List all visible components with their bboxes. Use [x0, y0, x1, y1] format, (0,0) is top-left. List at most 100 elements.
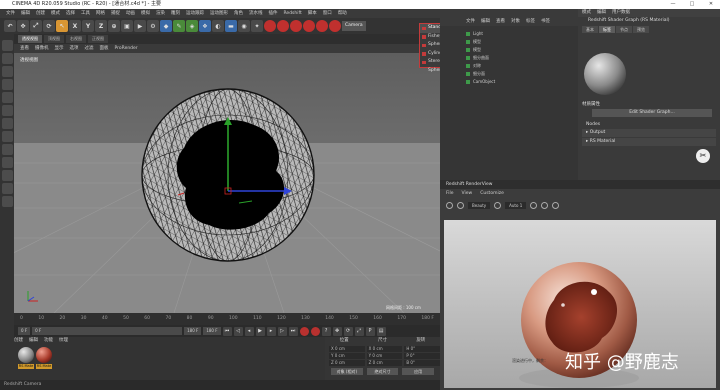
vp-menu-prorender[interactable]: ProRender: [115, 44, 138, 53]
render-view-icon[interactable]: ▣: [121, 20, 133, 32]
menu-character[interactable]: 角色: [234, 9, 243, 18]
close-button[interactable]: ✕: [704, 0, 718, 9]
am-menu-userdata[interactable]: 用户数据: [612, 9, 630, 17]
param-key-icon[interactable]: P: [365, 326, 375, 336]
om-menu-view[interactable]: 查看: [496, 18, 505, 26]
am-tab-tag[interactable]: 标签: [599, 26, 615, 33]
crop-icon[interactable]: [530, 201, 538, 209]
snapshot-icon[interactable]: [494, 201, 502, 209]
maximize-button[interactable]: □: [685, 0, 699, 9]
menu-edit[interactable]: 编辑: [21, 9, 30, 18]
play-icon[interactable]: ▶: [255, 326, 265, 336]
timeline[interactable]: 0 10 20 30 40 50 60 70 80 90 100 110 120…: [14, 313, 440, 325]
start-frame-field[interactable]: 0 F: [18, 327, 31, 335]
menu-file[interactable]: 文件: [6, 9, 15, 18]
menu-create[interactable]: 创建: [36, 9, 45, 18]
object-item-camobject[interactable]: CamObject: [466, 78, 495, 86]
tweak-mode-icon[interactable]: [1, 144, 13, 155]
menu-mesh[interactable]: 网格: [96, 9, 105, 18]
rs-material-node-row[interactable]: ▸ RS Material: [582, 138, 716, 146]
vp-menu-camera[interactable]: 摄像机: [35, 44, 49, 53]
mat-menu-function[interactable]: 功能: [44, 337, 53, 345]
redshift-tool-5-icon[interactable]: [316, 20, 328, 32]
menu-render[interactable]: 渲染: [156, 9, 165, 18]
axis-x-button[interactable]: X: [69, 20, 81, 32]
object-item-light[interactable]: Light: [466, 30, 483, 38]
menu-snap[interactable]: 捕捉: [111, 9, 120, 18]
am-tab-nodes[interactable]: 节点: [616, 26, 632, 33]
redshift-tool-6-icon[interactable]: [329, 20, 341, 32]
next-key-icon[interactable]: ▷: [277, 326, 287, 336]
material-ball-2[interactable]: [36, 347, 52, 363]
cloner-icon[interactable]: ❖: [199, 20, 211, 32]
size-z-field[interactable]: Z 0 cm: [366, 359, 403, 366]
am-tab-preview[interactable]: 预览: [633, 26, 649, 33]
vp-menu-view[interactable]: 查看: [20, 44, 29, 53]
rotate-tool-icon[interactable]: ⟳: [43, 20, 55, 32]
vp-menu-panel[interactable]: 面板: [100, 44, 109, 53]
camera-icon[interactable]: ◉: [238, 20, 250, 32]
pen-icon[interactable]: ✎: [173, 20, 185, 32]
model-mode-icon[interactable]: [1, 53, 13, 64]
vp-menu-display[interactable]: 显示: [55, 44, 64, 53]
rot-h-field[interactable]: H 0°: [404, 345, 441, 352]
object-item-subdivision-2[interactable]: 细分面: [466, 70, 485, 78]
edit-shader-graph-button[interactable]: Edit Shader Graph...: [592, 109, 712, 117]
record-icon[interactable]: [299, 326, 309, 336]
tab-top[interactable]: 顶视图: [44, 35, 64, 43]
om-menu-file[interactable]: 文件: [466, 18, 475, 26]
camera-dropdown-button[interactable]: Camera: [342, 21, 366, 31]
light-icon[interactable]: ✦: [251, 20, 263, 32]
material-ball-1[interactable]: [18, 347, 34, 363]
camera-orbit-icon[interactable]: ✂: [696, 149, 710, 163]
prev-frame-icon[interactable]: ◂: [244, 326, 254, 336]
object-item-symmetry[interactable]: 对称: [466, 62, 481, 70]
tab-front[interactable]: 正视图: [88, 35, 108, 43]
redshift-tool-4-icon[interactable]: [303, 20, 315, 32]
snap-icon[interactable]: [1, 157, 13, 168]
subdivision-icon[interactable]: ◈: [186, 20, 198, 32]
aov-dropdown[interactable]: Beauty: [468, 201, 491, 209]
axis-z-button[interactable]: Z: [95, 20, 107, 32]
polygons-mode-icon[interactable]: [1, 118, 13, 129]
goto-start-icon[interactable]: ⏮: [222, 326, 232, 336]
autokey-icon[interactable]: [310, 326, 320, 336]
menu-mograph[interactable]: 运动图形: [210, 9, 228, 18]
keyframe-selection-icon[interactable]: ?: [321, 326, 331, 336]
size-x-field[interactable]: X 0 cm: [366, 345, 403, 352]
deformer-icon[interactable]: ◐: [212, 20, 224, 32]
floor-icon[interactable]: ▬: [225, 20, 237, 32]
render-icon[interactable]: [457, 201, 464, 209]
vp-menu-options[interactable]: 选项: [70, 44, 79, 53]
goto-end-icon[interactable]: ⏭: [288, 326, 298, 336]
output-node-row[interactable]: ▸ Output: [582, 129, 716, 137]
size-mode-dropdown[interactable]: 绝对尺寸: [366, 368, 399, 375]
points-mode-icon[interactable]: [1, 92, 13, 103]
apply-button[interactable]: 应用: [402, 368, 435, 375]
object-item-model-2[interactable]: 模型: [466, 46, 481, 54]
preview-range-slider[interactable]: 0 F: [32, 327, 183, 335]
size-y-field[interactable]: Y 0 cm: [366, 352, 403, 359]
lock-workplane-icon[interactable]: [1, 170, 13, 181]
material-label-2[interactable]: RS Mate: [36, 364, 52, 369]
redshift-tool-2-icon[interactable]: [277, 20, 289, 32]
zoom-dropdown[interactable]: Auto 1: [505, 201, 527, 209]
stop-render-icon[interactable]: [446, 201, 453, 209]
pos-x-field[interactable]: X 0 cm: [329, 345, 365, 352]
end-frame-field-2[interactable]: 180 F: [203, 327, 221, 335]
menu-help[interactable]: 帮助: [338, 9, 347, 18]
tab-perspective[interactable]: 透视视图: [18, 35, 42, 43]
rv-menu-customize[interactable]: Customize: [480, 189, 504, 199]
menu-sculpt[interactable]: 雕刻: [171, 9, 180, 18]
menu-window[interactable]: 窗口: [323, 9, 332, 18]
bucket-icon[interactable]: [541, 201, 549, 209]
make-editable-icon[interactable]: [1, 40, 13, 51]
move-tool-icon[interactable]: ✥: [17, 20, 29, 32]
om-menu-bookmarks[interactable]: 书签: [541, 18, 550, 26]
timeline-window-icon[interactable]: ▤: [376, 326, 386, 336]
om-menu-edit[interactable]: 编辑: [481, 18, 490, 26]
om-menu-tags[interactable]: 标签: [526, 18, 535, 26]
pos-y-field[interactable]: Y 0 cm: [329, 352, 365, 359]
rv-menu-file[interactable]: File: [446, 189, 454, 199]
settings-icon[interactable]: [552, 201, 560, 209]
